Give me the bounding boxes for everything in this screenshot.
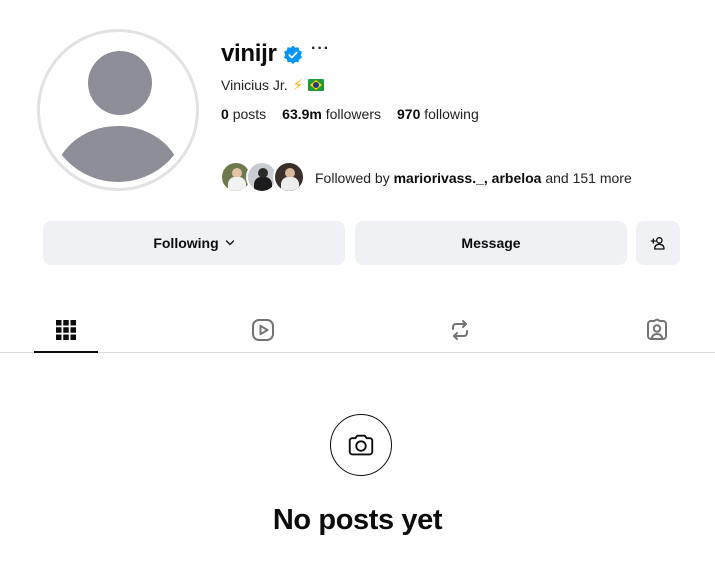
verified-badge-icon <box>284 45 302 65</box>
followers-stat[interactable]: 63.9m followers <box>282 106 381 122</box>
profile-avatar[interactable] <box>37 29 199 191</box>
add-person-icon <box>650 237 665 250</box>
camera-icon <box>348 434 374 456</box>
brazil-flag-icon <box>308 79 325 91</box>
repost-icon[interactable] <box>448 318 472 342</box>
profile-stats: 0 posts 63.9m followers 970 following <box>221 106 479 122</box>
avatar-head <box>88 51 152 115</box>
default-avatar-silhouette <box>46 38 190 182</box>
following-button-label: Following <box>153 235 219 251</box>
empty-state-title: No posts yet <box>272 504 443 536</box>
followed-by-text[interactable]: Followed by mariorivass._, arbeloa and 1… <box>315 170 632 186</box>
message-button[interactable]: Message <box>355 221 627 265</box>
more-options-icon[interactable]: ··· <box>311 40 330 58</box>
tab-divider <box>0 352 715 353</box>
reels-icon[interactable] <box>251 318 275 342</box>
suggest-people-button[interactable] <box>636 221 680 265</box>
profile-full-name: Vinicius Jr. ⚡ <box>221 76 325 94</box>
following-button[interactable]: Following <box>43 221 345 265</box>
active-tab-indicator <box>34 351 98 353</box>
empty-state-camera <box>330 414 392 476</box>
message-button-label: Message <box>461 235 521 251</box>
avatar-body <box>54 126 182 182</box>
posts-stat: 0 posts <box>221 106 267 122</box>
tagged-icon[interactable] <box>645 318 669 342</box>
lightning-emoji: ⚡ <box>292 77 304 94</box>
mutual-follower-names[interactable]: mariorivass._, arbeloa <box>394 170 542 186</box>
following-stat[interactable]: 970 following <box>397 106 479 122</box>
full-name-text: Vinicius Jr. <box>221 77 288 93</box>
follower-avatar[interactable] <box>273 161 305 193</box>
profile-username: vinijr <box>221 40 277 67</box>
grid-icon[interactable] <box>54 318 78 342</box>
chevron-down-icon <box>225 240 234 246</box>
